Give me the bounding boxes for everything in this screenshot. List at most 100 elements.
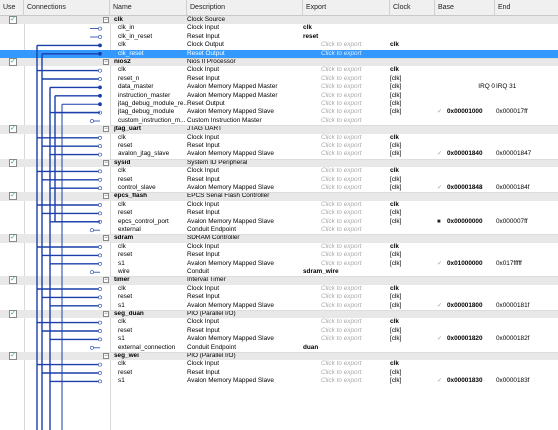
row-name: reset (118, 142, 133, 149)
row-name: clk (118, 360, 126, 368)
row-clock (390, 33, 434, 41)
row-export[interactable]: clk (303, 24, 388, 32)
component-divider (110, 234, 558, 236)
row-name: nios2 (114, 58, 131, 65)
row-export[interactable] (303, 234, 388, 242)
auto-assign-check-icon: ✓ (437, 185, 443, 191)
row-end (496, 352, 558, 360)
row-base: 0x00001000 (447, 108, 483, 116)
row-base (437, 100, 495, 108)
row-base: IRQ 0 (478, 83, 495, 91)
col-description-header[interactable]: Description (187, 0, 303, 16)
row-export[interactable]: duan (303, 344, 388, 352)
row-description: Clock Input (187, 242, 219, 250)
row-end (496, 276, 558, 284)
row-end (496, 50, 558, 58)
col-name-header[interactable]: Name (110, 0, 187, 16)
component-divider (110, 158, 558, 160)
row-name: clk (114, 16, 123, 23)
row-description: JTAG UART (187, 125, 222, 133)
row-clock (390, 276, 434, 284)
row-end (496, 125, 558, 133)
connection-dot (98, 177, 102, 182)
row-base (437, 58, 495, 66)
connection-dot (98, 320, 102, 325)
row-export[interactable] (303, 352, 388, 360)
row-base (437, 209, 495, 217)
row-name: reset (118, 209, 133, 217)
row-clock: [clk] (390, 259, 402, 267)
row-clock: [clk] (390, 293, 402, 301)
col-use-header[interactable]: Use (0, 0, 24, 16)
row-export[interactable] (303, 125, 388, 133)
row-clock: [clk] (390, 83, 402, 91)
row-description: Clock Input (187, 24, 219, 32)
connection-dot (98, 93, 102, 98)
connection-dot (98, 144, 102, 149)
row-clock: clk (390, 360, 399, 368)
row-clock (390, 117, 434, 125)
row-end (496, 243, 558, 251)
col-connections-header[interactable]: Connections (24, 0, 110, 16)
row-end: 0x000007ff (496, 217, 528, 225)
row-base: 0x01000000 (447, 259, 483, 267)
connection-dot (98, 362, 102, 367)
row-description: EPCS Serial Flash Controller (187, 192, 270, 200)
row-end (496, 318, 558, 326)
row-end (496, 167, 558, 175)
row-description: Reset Input (187, 74, 220, 82)
row-export[interactable] (303, 159, 388, 167)
row-clock (390, 58, 434, 66)
connection-dot (98, 245, 102, 249)
col-base-header[interactable]: Base (435, 0, 495, 16)
row-export[interactable]: sdram_wire (303, 268, 388, 276)
row-export[interactable] (303, 16, 388, 24)
row-base (437, 327, 495, 335)
row-clock (390, 125, 434, 133)
component-divider (110, 310, 558, 311)
connection-dot (98, 203, 102, 207)
row-clock: [clk] (390, 91, 402, 99)
row-description: Clock Input (187, 200, 219, 208)
row-description: PIO (Parallel I/O) (187, 310, 236, 317)
row-clock: [clk] (390, 100, 402, 107)
auto-assign-check-icon: ✓ (437, 151, 443, 158)
row-base (437, 75, 495, 83)
auto-assign-check-icon: ✓ (437, 302, 443, 309)
row-base (437, 369, 495, 377)
row-name: clk (118, 66, 126, 74)
row-end: IRQ 31 (496, 83, 517, 91)
row-description: Avalon Memory Mapped Slave (187, 301, 274, 309)
row-clock: [clk] (390, 251, 402, 259)
row-description: Reset Input (187, 175, 220, 183)
lock-icon[interactable]: ■ (437, 218, 443, 226)
row-name: reset (118, 251, 133, 259)
row-clock: clk (390, 284, 399, 292)
row-end (496, 75, 558, 83)
row-description: Reset Input (187, 251, 220, 259)
col-clock-header[interactable]: Clock (390, 0, 435, 16)
row-name: clk (118, 167, 126, 175)
row-export[interactable] (303, 58, 388, 66)
table-header: Use Connections Name Description Export … (0, 0, 558, 16)
row-export[interactable] (303, 276, 388, 284)
row-clock: clk (390, 41, 399, 49)
row-name: reset (118, 326, 133, 334)
connection-dot (98, 26, 102, 31)
row-base: 0x00001840 (447, 150, 483, 158)
connection-dot (98, 261, 102, 266)
row-description: Clock Input (187, 133, 219, 141)
row-name: data_master (118, 83, 154, 91)
row-description: Conduit Endpoint (187, 343, 237, 351)
row-description: Avalon Memory Mapped Slave (187, 217, 274, 225)
row-export[interactable] (303, 310, 388, 318)
col-export-header[interactable]: Export (303, 0, 390, 16)
row-description: Reset Input (187, 326, 220, 334)
row-description: Reset Input (187, 293, 220, 301)
row-export[interactable] (303, 192, 388, 200)
row-name: sysid (114, 158, 131, 166)
row-export[interactable]: reset (303, 33, 388, 41)
row-description: Custom Instruction Master (187, 116, 262, 124)
col-end-header[interactable]: End (495, 0, 558, 16)
row-base: 0x00001848 (447, 184, 483, 191)
